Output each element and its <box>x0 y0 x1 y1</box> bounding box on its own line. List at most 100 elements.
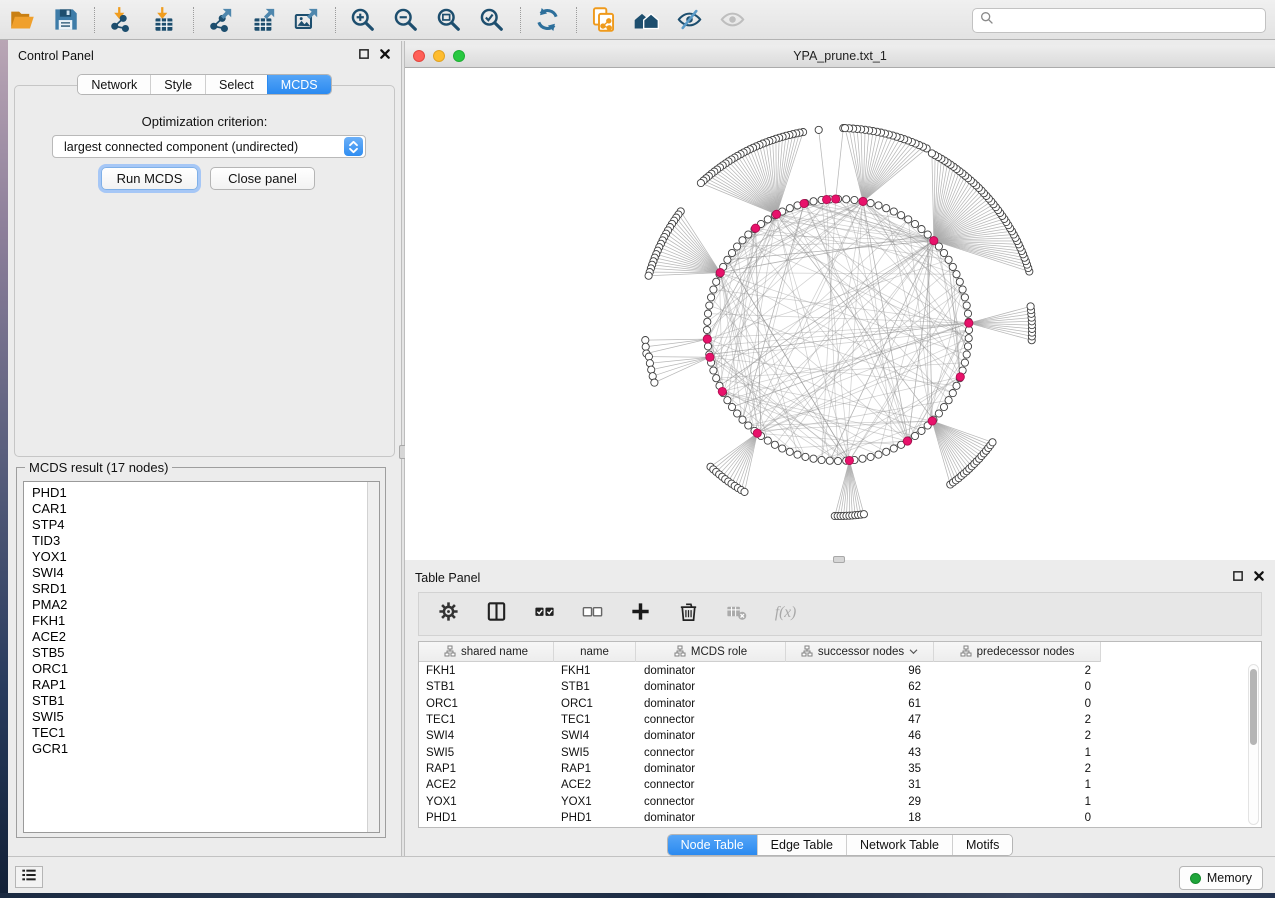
mcds-result-item[interactable]: STP4 <box>24 517 379 533</box>
cell: FKH1 <box>554 665 636 677</box>
float-panel-icon[interactable] <box>358 48 370 60</box>
horizontal-splitter-handle[interactable] <box>833 556 845 563</box>
table-row[interactable]: FKH1FKH1dominator962 <box>419 663 1261 679</box>
mcds-result-item[interactable]: STB5 <box>24 645 379 661</box>
table-row[interactable]: PHD1PHD1dominator180 <box>419 810 1261 826</box>
mcds-result-item[interactable]: SWI4 <box>24 565 379 581</box>
refresh-button[interactable] <box>533 6 561 34</box>
mcds-result-item[interactable]: PHD1 <box>24 485 379 501</box>
export-table-button[interactable] <box>249 6 277 34</box>
mcds-result-item[interactable]: YOX1 <box>24 549 379 565</box>
duplicate-network-button[interactable] <box>589 6 617 34</box>
float-table-panel-icon[interactable] <box>1232 570 1244 582</box>
show-task-history-button[interactable] <box>15 866 43 888</box>
run-mcds-button[interactable]: Run MCDS <box>101 167 198 190</box>
table-scrollbar[interactable] <box>1248 664 1259 825</box>
table-row[interactable]: TEC1TEC1connector472 <box>419 712 1261 728</box>
cell: 35 <box>786 763 934 775</box>
hide-eye-button[interactable] <box>675 6 703 34</box>
mcds-result-item[interactable]: CAR1 <box>24 501 379 517</box>
memory-button[interactable]: Memory <box>1179 866 1263 890</box>
table-row[interactable]: ACE2ACE2connector311 <box>419 777 1261 793</box>
export-network-button[interactable] <box>206 6 234 34</box>
mcds-list-scrollbar[interactable] <box>367 482 379 832</box>
houses-button[interactable] <box>632 6 660 34</box>
cell: 1 <box>934 796 1101 808</box>
import-network-file-button[interactable] <box>107 6 135 34</box>
cell: SWI5 <box>419 747 554 759</box>
cell: ACE2 <box>554 779 636 791</box>
cell: 1 <box>934 779 1101 791</box>
search-input[interactable] <box>995 9 1265 32</box>
table-row[interactable]: RAP1RAP1dominator352 <box>419 761 1261 777</box>
mcds-result-item[interactable]: FKH1 <box>24 613 379 629</box>
save-session-button[interactable] <box>51 6 79 34</box>
cell: FKH1 <box>419 665 554 677</box>
table-scrollbar-thumb[interactable] <box>1250 669 1257 745</box>
close-table-panel-icon[interactable] <box>1253 570 1265 582</box>
tab-style[interactable]: Style <box>150 75 205 94</box>
toolbar-separator <box>576 7 577 33</box>
column-header-shared-name[interactable]: shared name <box>419 642 554 662</box>
maximize-window-icon[interactable] <box>453 50 465 62</box>
node-table[interactable]: shared namenameMCDS rolesuccessor nodesp… <box>418 641 1262 828</box>
tab-mcds[interactable]: MCDS <box>267 75 331 94</box>
export-image-button[interactable] <box>292 6 320 34</box>
tab-network[interactable]: Network <box>78 75 150 94</box>
mcds-result-item[interactable]: TID3 <box>24 533 379 549</box>
tab-select[interactable]: Select <box>205 75 267 94</box>
mcds-result-item[interactable]: TEC1 <box>24 725 379 741</box>
cell: 2 <box>934 714 1101 726</box>
mcds-result-item[interactable]: ORC1 <box>24 661 379 677</box>
desktop-wallpaper-bottom <box>0 893 1275 898</box>
table-row[interactable]: SWI4SWI4dominator462 <box>419 728 1261 744</box>
select-columns-button[interactable] <box>484 602 508 626</box>
mcds-result-item[interactable]: GCR1 <box>24 741 379 757</box>
column-header-successor-nodes[interactable]: successor nodes <box>786 642 934 662</box>
table-row[interactable]: STB1STB1dominator620 <box>419 679 1261 695</box>
uncheck-all-button[interactable] <box>580 602 604 626</box>
select-columns-icon <box>485 600 508 628</box>
column-header-name[interactable]: name <box>554 642 636 662</box>
close-panel-icon[interactable] <box>379 48 391 60</box>
cell: 18 <box>786 812 934 824</box>
column-header-MCDS-role[interactable]: MCDS role <box>636 642 786 662</box>
import-table-file-button[interactable] <box>150 6 178 34</box>
mcds-result-item[interactable]: RAP1 <box>24 677 379 693</box>
zoom-fit-button[interactable] <box>434 6 462 34</box>
org-chart-icon <box>960 645 972 660</box>
mcds-result-item[interactable]: STB1 <box>24 693 379 709</box>
zoom-in-button[interactable] <box>348 6 376 34</box>
tab-edge-table[interactable]: Edge Table <box>757 835 846 855</box>
table-row[interactable]: SWI5SWI5connector431 <box>419 744 1261 760</box>
zoom-selected-button[interactable] <box>477 6 505 34</box>
mcds-result-item[interactable]: SRD1 <box>24 581 379 597</box>
mcds-result-list[interactable]: PHD1CAR1STP4TID3YOX1SWI4SRD1PMA2FKH1ACE2… <box>23 481 380 833</box>
add-column-button[interactable] <box>628 602 652 626</box>
tab-network-table[interactable]: Network Table <box>846 835 952 855</box>
mcds-result-item[interactable]: ACE2 <box>24 629 379 645</box>
tab-motifs[interactable]: Motifs <box>952 835 1012 855</box>
close-panel-button[interactable]: Close panel <box>210 167 315 190</box>
mcds-result-item[interactable]: PMA2 <box>24 597 379 613</box>
network-window-titlebar[interactable]: YPA_prune.txt_1 <box>405 45 1275 68</box>
memory-status-icon <box>1190 873 1201 884</box>
attribute-gear-button[interactable] <box>436 602 460 626</box>
delete-column-button[interactable] <box>676 602 700 626</box>
check-all-button[interactable] <box>532 602 556 626</box>
tab-node-table[interactable]: Node Table <box>668 835 757 855</box>
table-row[interactable]: YOX1YOX1connector291 <box>419 793 1261 809</box>
refresh-icon <box>534 6 561 33</box>
cell: dominator <box>636 812 786 824</box>
mcds-result-item[interactable]: SWI5 <box>24 709 379 725</box>
open-file-button[interactable] <box>8 6 36 34</box>
close-window-icon[interactable] <box>413 50 425 62</box>
minimize-window-icon[interactable] <box>433 50 445 62</box>
search-box[interactable] <box>972 8 1266 33</box>
column-header-predecessor-nodes[interactable]: predecessor nodes <box>934 642 1101 662</box>
table-row[interactable]: ORC1ORC1dominator610 <box>419 696 1261 712</box>
network-canvas[interactable] <box>405 68 1275 560</box>
cell: dominator <box>636 730 786 742</box>
optimization-criterion-dropdown[interactable]: largest connected component (undirected) <box>52 135 366 158</box>
zoom-out-button[interactable] <box>391 6 419 34</box>
